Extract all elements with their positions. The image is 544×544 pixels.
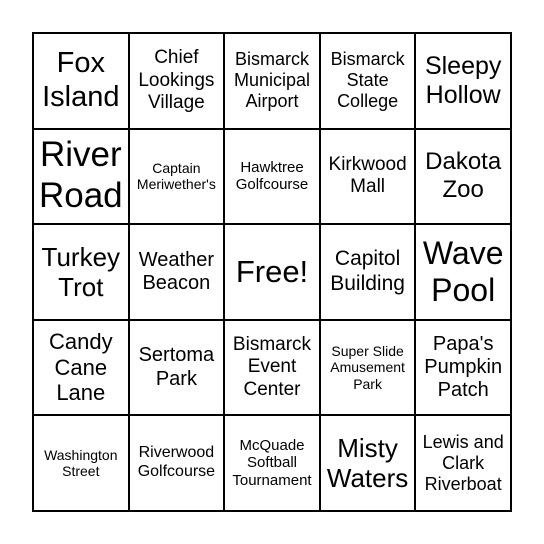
cell-label: Super Slide Amusement Park <box>330 343 405 392</box>
bingo-cell[interactable]: Sleepy Hollow <box>415 33 511 129</box>
bingo-cell[interactable]: Lewis and Clark Riverboat <box>415 415 511 511</box>
cell-label: Bismarck Municipal Airport <box>233 49 311 112</box>
cell-label: Weather Beacon <box>138 248 214 294</box>
free-space-cell[interactable]: Free! <box>224 224 320 320</box>
bingo-cell[interactable]: Dakota Zoo <box>415 128 511 225</box>
bingo-cell[interactable]: Misty Waters <box>319 415 416 511</box>
bingo-cell[interactable]: Bismarck Municipal Airport <box>224 33 320 129</box>
cell-label: McQuade Softball Tournament <box>232 436 312 489</box>
bingo-cell[interactable]: Riverwood Golfcourse <box>128 415 225 511</box>
cell-label: Lewis and Clark Riverboat <box>422 431 504 494</box>
bingo-cell[interactable]: McQuade Softball Tournament <box>224 415 320 511</box>
bingo-cell[interactable]: Bismarck Event Center <box>224 319 320 416</box>
cell-label: Papa's Pumpkin Patch <box>424 332 503 402</box>
cell-label: Riverwood Golfcourse <box>137 444 216 481</box>
bingo-cell[interactable]: Bismarck State College <box>319 33 416 129</box>
bingo-cell[interactable]: Kirkwood Mall <box>319 128 416 225</box>
cell-label: Fox Island <box>42 46 120 113</box>
bingo-cell[interactable]: Papa's Pumpkin Patch <box>415 319 511 416</box>
cell-label: Free! <box>235 253 309 289</box>
cell-label: Kirkwood Mall <box>328 154 407 198</box>
bingo-cell[interactable]: Candy Cane Lane <box>33 319 129 416</box>
cell-label: Candy Cane Lane <box>49 328 113 406</box>
cell-label: Washington Street <box>44 446 118 480</box>
bingo-card: Fox Island Chief Lookings Village Bismarck… <box>32 32 512 512</box>
cell-label: Misty Waters <box>326 432 409 494</box>
cell-label: Capitol Building <box>330 247 405 295</box>
cell-label: Hawktree Golfcourse <box>235 158 309 194</box>
bingo-cell[interactable]: Captain Meriwether's <box>128 128 225 225</box>
bingo-cell[interactable]: Weather Beacon <box>128 224 225 320</box>
bingo-cell[interactable]: Washington Street <box>33 415 129 511</box>
bingo-cell[interactable]: Sertoma Park <box>128 319 225 416</box>
bingo-cell[interactable]: Super Slide Amusement Park <box>319 319 416 416</box>
bingo-cell[interactable]: Fox Island <box>33 33 129 129</box>
cell-label: Captain Meriwether's <box>136 160 216 193</box>
bingo-cell[interactable]: Chief Lookings Village <box>128 33 225 129</box>
cell-label: River Road <box>38 135 123 216</box>
cell-label: Wave Pool <box>422 234 504 308</box>
bingo-cell[interactable]: Hawktree Golfcourse <box>224 128 320 225</box>
cell-label: Bismarck State College <box>330 49 405 112</box>
cell-label: Turkey Trot <box>41 241 121 302</box>
cell-label: Sertoma Park <box>138 344 215 390</box>
bingo-cell[interactable]: Turkey Trot <box>33 224 129 320</box>
bingo-cell[interactable]: River Road <box>33 128 129 225</box>
bingo-cell[interactable]: Wave Pool <box>415 224 511 320</box>
cell-label: Bismarck Event Center <box>232 334 312 400</box>
cell-label: Dakota Zoo <box>425 148 502 204</box>
cell-label: Chief Lookings Village <box>138 47 215 113</box>
bingo-cell[interactable]: Capitol Building <box>319 224 416 320</box>
cell-label: Sleepy Hollow <box>424 51 502 109</box>
